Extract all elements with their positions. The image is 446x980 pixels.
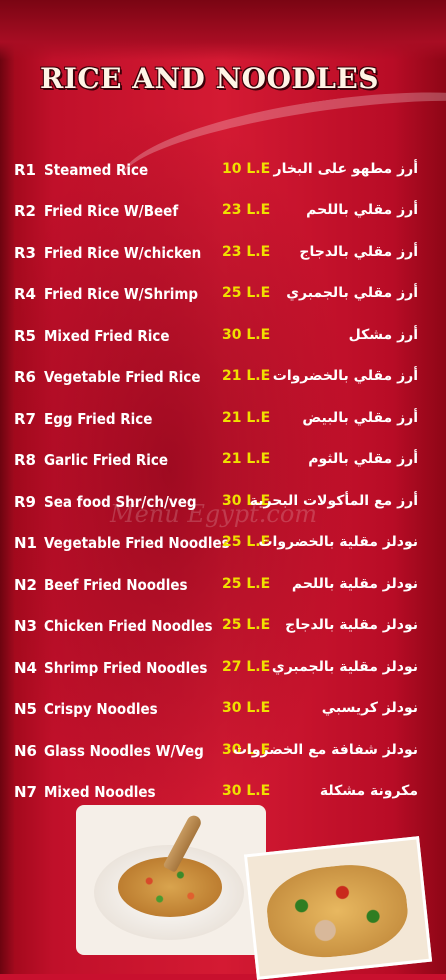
- item-name: Mixed Noodles: [44, 783, 156, 801]
- item-name-arabic: أرز مقلي بالثوم: [308, 451, 418, 467]
- menu-item-row: R5 Mixed Fried Rice 30 L.E أرز مشكل: [0, 321, 446, 359]
- item-code: R9: [14, 493, 36, 511]
- item-name-arabic: نودلز شفافة مع الخضروات: [232, 742, 418, 758]
- menu-item-row: N5 Crispy Noodles 30 L.E نودلز كريسبي: [0, 694, 446, 732]
- item-name-arabic: نودلز مقلية بالدجاج: [285, 617, 418, 633]
- item-price: 21 L.E: [222, 410, 271, 426]
- item-name-arabic: أرز مقلي بالخضروات: [272, 368, 418, 384]
- menu-item-row: N1 Vegetable Fried Noodles 25 L.E نودلز مقل…: [0, 528, 446, 566]
- item-name: Chicken Fried Noodles: [44, 617, 213, 635]
- item-code: R6: [14, 368, 36, 386]
- menu-item-row: R7 Egg Fried Rice 21 L.E أرز مقلي بالبيض: [0, 404, 446, 442]
- menu-item-row: R6 Vegetable Fried Rice 21 L.E أرز مقلي بال…: [0, 362, 446, 400]
- item-name: Crispy Noodles: [44, 700, 158, 718]
- item-name: Fried Rice W/Shrimp: [44, 285, 199, 303]
- item-name: Beef Fried Noodles: [44, 576, 188, 594]
- menu-item-row: N6 Glass Noodles W/Veg 30 L.E نودلز شفافة م…: [0, 736, 446, 774]
- item-name: Sea food Shr/ch/veg: [44, 493, 197, 511]
- item-code: R7: [14, 410, 36, 428]
- item-code: N1: [14, 534, 37, 552]
- item-name-arabic: نودلز مقلية باللحم: [291, 576, 418, 592]
- item-name: Fried Rice W/Beef: [44, 202, 179, 220]
- menu-item-row: N3 Chicken Fried Noodles 25 L.E نودلز مقلية…: [0, 611, 446, 649]
- item-name-arabic: نودلز مقلية بالخضروات: [258, 534, 418, 550]
- top-band: [0, 0, 446, 60]
- noodles-photo: [243, 836, 433, 980]
- item-price: 10 L.E: [222, 161, 271, 177]
- item-code: N2: [14, 576, 37, 594]
- item-code: N6: [14, 742, 37, 760]
- menu-item-row: N2 Beef Fried Noodles 25 L.E نودلز مقلية با…: [0, 570, 446, 608]
- item-code: R2: [14, 202, 36, 220]
- item-price: 30 L.E: [222, 327, 271, 343]
- section-title: RICE AND NOODLES: [40, 62, 379, 95]
- item-code: R5: [14, 327, 36, 345]
- item-price: 21 L.E: [222, 451, 271, 467]
- item-name: Garlic Fried Rice: [44, 451, 168, 469]
- item-name: Steamed Rice: [44, 161, 149, 179]
- item-code: N5: [14, 700, 37, 718]
- menu-item-row: N4 Shrimp Fried Noodles 27 L.E نودلز مقلية …: [0, 653, 446, 691]
- item-name-arabic: أرز مقلي باللحم: [306, 202, 418, 218]
- menu-item-row: R1 Steamed Rice 10 L.E أرز مطهو على البخار: [0, 155, 446, 193]
- item-price: 25 L.E: [222, 617, 271, 633]
- item-name: Egg Fried Rice: [44, 410, 153, 428]
- item-name-arabic: أرز مشكل: [348, 327, 418, 343]
- item-name: Fried Rice W/chicken: [44, 244, 202, 262]
- item-name-arabic: أرز مقلي بالبيض: [302, 410, 418, 426]
- item-price: 23 L.E: [222, 202, 271, 218]
- item-name-arabic: أرز مقلي بالجمبري: [286, 285, 418, 301]
- item-name: Glass Noodles W/Veg: [44, 742, 204, 760]
- item-code: R4: [14, 285, 36, 303]
- item-code: N3: [14, 617, 37, 635]
- menu-item-row: R2 Fried Rice W/Beef 23 L.E أرز مقلي باللحم: [0, 196, 446, 234]
- item-name: Vegetable Fried Rice: [44, 368, 201, 386]
- item-name-arabic: نودلز مقلية بالجمبري: [271, 659, 418, 675]
- item-name-arabic: مكرونة مشكلة: [319, 783, 418, 799]
- item-price: 23 L.E: [222, 244, 271, 260]
- menu-item-row: R9 Sea food Shr/ch/veg 30 L.E أرز مع المأكو…: [0, 487, 446, 525]
- item-name-arabic: أرز مطهو على البخار: [273, 161, 418, 177]
- item-name-arabic: نودلز كريسبي: [321, 700, 418, 716]
- item-code: R8: [14, 451, 36, 469]
- menu-item-row: R4 Fried Rice W/Shrimp 25 L.E أرز مقلي بالج…: [0, 279, 446, 317]
- item-name-arabic: أرز مقلي بالدجاج: [299, 244, 418, 260]
- item-price: 21 L.E: [222, 368, 271, 384]
- item-name: Vegetable Fried Noodles: [44, 534, 230, 552]
- noodles-shape: [262, 859, 412, 964]
- item-price: 25 L.E: [222, 576, 271, 592]
- item-price: 25 L.E: [222, 285, 271, 301]
- menu-item-row: R8 Garlic Fried Rice 21 L.E أرز مقلي بالثوم: [0, 445, 446, 483]
- item-price: 30 L.E: [222, 783, 271, 799]
- item-code: N4: [14, 659, 37, 677]
- item-price: 30 L.E: [222, 700, 271, 716]
- fried-rice-photo: [76, 805, 266, 955]
- item-price: 27 L.E: [222, 659, 271, 675]
- menu-item-row: R3 Fried Rice W/chicken 23 L.E أرز مقلي بال…: [0, 238, 446, 276]
- item-code: R1: [14, 161, 36, 179]
- item-name: Mixed Fried Rice: [44, 327, 170, 345]
- item-code: R3: [14, 244, 36, 262]
- menu-page: RICE AND NOODLES Menu Egypt.com R1 Steame…: [0, 0, 446, 980]
- item-name-arabic: أرز مع المأكولات البحرية: [249, 493, 418, 509]
- item-code: N7: [14, 783, 37, 801]
- item-name: Shrimp Fried Noodles: [44, 659, 208, 677]
